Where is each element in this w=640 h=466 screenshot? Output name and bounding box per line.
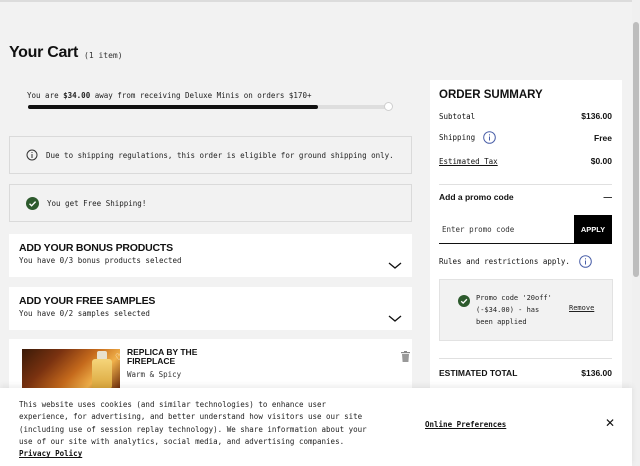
apply-button[interactable]: APPLY bbox=[574, 215, 612, 244]
info-icon[interactable] bbox=[483, 131, 496, 144]
estimated-total-row: ESTIMATED TOTAL $136.00 bbox=[439, 368, 612, 378]
cart-title: Your Cart bbox=[9, 44, 79, 61]
progress-fill bbox=[28, 105, 318, 109]
free-samples-subtitle: You have 0/2 samples selected bbox=[19, 309, 150, 318]
rules-text: Rules and restrictions apply. bbox=[439, 257, 570, 266]
close-icon[interactable]: ✕ bbox=[605, 416, 615, 430]
trash-icon[interactable] bbox=[401, 347, 410, 366]
estimated-tax-link[interactable]: Estimated Tax bbox=[439, 157, 498, 166]
cart-product-item: ♡ REPLICA BY THE FIREPLACE Warm & Spicy bbox=[9, 339, 412, 389]
online-preferences-link[interactable]: Online Preferences bbox=[425, 420, 506, 429]
subtotal-row: Subtotal $136.00 bbox=[439, 111, 612, 121]
promo-applied-text: Promo code '20off' (-$34.00) - has been … bbox=[476, 294, 552, 326]
top-border bbox=[0, 0, 632, 2]
divider bbox=[439, 358, 612, 359]
shipping-value: Free bbox=[594, 132, 612, 143]
collapse-icon[interactable]: — bbox=[604, 192, 613, 202]
free-samples-panel[interactable]: ADD YOUR FREE SAMPLES You have 0/2 sampl… bbox=[9, 287, 412, 330]
order-summary: ORDER SUMMARY Subtotal $136.00 Shipping … bbox=[430, 80, 622, 390]
shipping-regulation-notice: Due to shipping regulations, this order … bbox=[9, 136, 412, 174]
bonus-products-panel[interactable]: ADD YOUR BONUS PRODUCTS You have 0/3 bon… bbox=[9, 234, 412, 277]
free-shipping-text: You get Free Shipping! bbox=[47, 198, 147, 208]
shipping-row: Shipping Free bbox=[439, 131, 612, 144]
promo-heading: Add a promo code bbox=[439, 192, 514, 202]
heart-icon[interactable]: ♡ bbox=[115, 353, 123, 363]
bonus-products-subtitle: You have 0/3 bonus products selected bbox=[19, 256, 182, 265]
free-samples-title: ADD YOUR FREE SAMPLES bbox=[19, 295, 156, 307]
progress-message: You are $34.00 away from receiving Delux… bbox=[27, 91, 311, 100]
order-summary-title: ORDER SUMMARY bbox=[439, 89, 543, 101]
product-name[interactable]: REPLICA BY THE FIREPLACE bbox=[127, 348, 227, 366]
chevron-down-icon[interactable] bbox=[388, 254, 402, 273]
progress-prefix: You are bbox=[27, 91, 59, 100]
promo-code-input[interactable] bbox=[439, 215, 574, 244]
tax-value: $0.00 bbox=[590, 156, 612, 166]
progress-suffix: away from receiving Deluxe Minis on orde… bbox=[94, 91, 312, 100]
item-count: (1 item) bbox=[84, 51, 123, 60]
subtotal-label: Subtotal bbox=[439, 111, 476, 121]
scroll-thumb[interactable] bbox=[633, 22, 639, 277]
check-circle-icon bbox=[458, 292, 470, 311]
rules-row: Rules and restrictions apply. bbox=[439, 255, 592, 268]
shipping-regulation-text: Due to shipping regulations, this order … bbox=[46, 150, 394, 160]
cookie-text: This website uses cookies (and similar t… bbox=[19, 399, 379, 460]
info-icon[interactable] bbox=[579, 255, 592, 268]
product-variant: Warm & Spicy bbox=[127, 370, 182, 379]
progress-end-marker bbox=[384, 102, 393, 111]
shipping-label: Shipping bbox=[439, 133, 476, 142]
estimated-total-value: $136.00 bbox=[581, 368, 612, 378]
cookie-banner: This website uses cookies (and similar t… bbox=[0, 388, 632, 466]
progress-bar bbox=[28, 105, 390, 109]
remove-promo-link[interactable]: Remove bbox=[569, 304, 594, 312]
divider bbox=[439, 184, 612, 185]
privacy-policy-link[interactable]: Privacy Policy bbox=[19, 449, 82, 458]
info-icon bbox=[26, 149, 38, 161]
scrollbar[interactable] bbox=[632, 0, 640, 466]
chevron-down-icon[interactable] bbox=[388, 307, 402, 326]
progress-amount: $34.00 bbox=[63, 91, 91, 100]
bottle bbox=[92, 359, 112, 389]
promo-header[interactable]: Add a promo code — bbox=[439, 192, 612, 202]
cookie-message: This website uses cookies (and similar t… bbox=[19, 400, 367, 446]
free-shipping-notice: You get Free Shipping! bbox=[9, 184, 412, 222]
bonus-products-title: ADD YOUR BONUS PRODUCTS bbox=[19, 242, 173, 254]
promo-applied-box: Promo code '20off' (-$34.00) - has been … bbox=[439, 279, 613, 341]
check-circle-icon bbox=[26, 196, 39, 210]
tax-row: Estimated Tax $0.00 bbox=[439, 156, 612, 166]
product-image: ♡ bbox=[22, 349, 123, 389]
subtotal-value: $136.00 bbox=[581, 111, 612, 121]
estimated-total-label: ESTIMATED TOTAL bbox=[439, 368, 518, 378]
